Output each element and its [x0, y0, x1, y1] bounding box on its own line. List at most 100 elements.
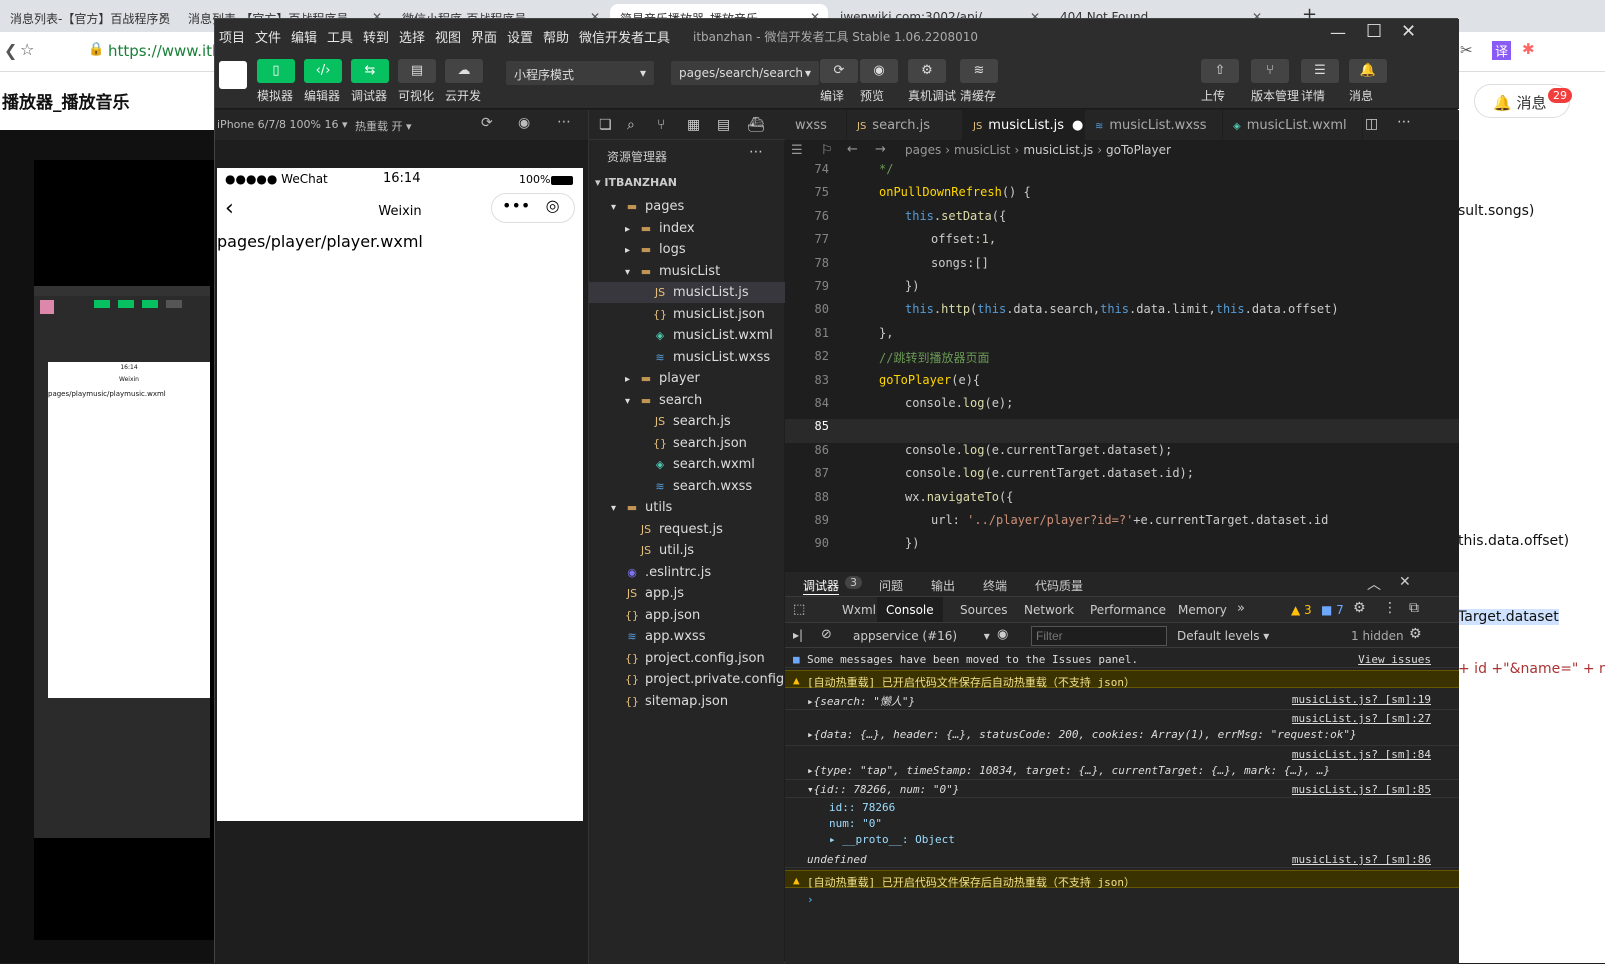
editor-tab[interactable]: ≋ musicList.wxss: [1085, 110, 1223, 140]
tree-file[interactable]: JS search.js: [589, 411, 785, 432]
close-icon[interactable]: ✕: [1401, 21, 1416, 42]
tree-file[interactable]: JS request.js: [589, 519, 785, 540]
panel-tab[interactable]: 问题: [879, 577, 903, 594]
menu-item[interactable]: 编辑: [291, 27, 317, 46]
mode-select[interactable]: 小程序模式 ▾: [506, 61, 654, 85]
extensions-icon[interactable]: ▦: [687, 117, 700, 133]
console-settings-icon[interactable]: ⚙: [1409, 626, 1422, 642]
tree-folder[interactable]: ▸ ▬ index: [589, 218, 785, 239]
context-select[interactable]: appservice (#16) ▾: [853, 629, 990, 643]
capsule-menu[interactable]: ••• ◎: [491, 193, 575, 223]
refresh-icon[interactable]: ⟳: [481, 115, 493, 131]
search-icon[interactable]: ⌕: [627, 117, 635, 133]
inspect-icon[interactable]: ⬚: [793, 602, 805, 617]
console-message[interactable]: ›: [785, 890, 1459, 908]
star-icon[interactable]: ☆: [20, 40, 34, 59]
close-panel-icon[interactable]: ✕: [1399, 574, 1411, 590]
bookmark-icon[interactable]: ⚐: [821, 143, 833, 158]
tree-file[interactable]: {} sitemap.json: [589, 691, 785, 712]
tree-folder[interactable]: ▾ ▬ search: [589, 390, 785, 411]
docker-icon[interactable]: ⛴: [747, 117, 765, 133]
tree-file[interactable]: {} project.private.config.js...: [589, 669, 811, 690]
undock-icon[interactable]: ⧉: [1409, 600, 1419, 616]
menu-item[interactable]: 工具: [327, 27, 353, 46]
levels-select[interactable]: Default levels ▾: [1177, 629, 1269, 643]
console-source-link[interactable]: musicList.js? [sm]:27: [1292, 712, 1431, 725]
vertical-dots-icon[interactable]: ⋮: [1383, 600, 1397, 616]
editor-tab[interactable]: JS musicList.js ●: [963, 110, 1085, 140]
toolbar-visual-button[interactable]: ▤: [398, 59, 436, 83]
tree-folder[interactable]: ▸ ▬ logs: [589, 239, 785, 260]
tree-file[interactable]: ≋ search.wxss: [589, 476, 785, 497]
toolbar-action-button[interactable]: ⚙: [908, 59, 946, 83]
console-message[interactable]: ■ Some messages have been moved to the Is…: [785, 650, 1459, 668]
panel-tab[interactable]: 代码质量: [1035, 577, 1083, 594]
menu-item[interactable]: 转到: [363, 27, 389, 46]
devtools-tab[interactable]: Performance: [1081, 597, 1175, 623]
editor-more-icon[interactable]: ⋯: [1397, 114, 1411, 130]
menu-item[interactable]: 帮助: [543, 27, 569, 46]
tree-file[interactable]: JS util.js: [589, 540, 785, 561]
editor-tab[interactable]: wxss: [785, 110, 847, 140]
scissors-icon[interactable]: ✂: [1460, 41, 1473, 59]
toolbar-right-button[interactable]: ⑂: [1251, 59, 1289, 83]
toolbar-action-button[interactable]: ≋: [960, 59, 998, 83]
console-message[interactable]: ▲ [自动热重载] 已开启代码文件保存后自动热重载（不支持 json）: [785, 870, 1459, 889]
project-root[interactable]: ▾ ITBANZHAN: [595, 176, 677, 189]
minimize-icon[interactable]: —: [1330, 23, 1346, 42]
panel-tab[interactable]: 调试器: [803, 577, 840, 595]
tree-file[interactable]: ≋ app.wxss: [589, 626, 785, 647]
tree-file[interactable]: {} app.json: [589, 605, 785, 626]
menu-item[interactable]: 视图: [435, 27, 461, 46]
breadcrumb-item[interactable]: pages: [905, 143, 941, 157]
settings-icon[interactable]: ⚙: [1353, 600, 1366, 616]
sidebar-toggle-icon[interactable]: ▸|: [793, 628, 803, 642]
panel-icon[interactable]: ▤: [717, 117, 730, 133]
toolbar-cloud-button[interactable]: ☁: [445, 59, 483, 83]
translate-icon[interactable]: 译: [1492, 41, 1512, 60]
tree-file[interactable]: JS musicList.js: [589, 282, 785, 303]
console-source-link[interactable]: musicList.js? [sm]:85: [1292, 783, 1431, 796]
maximize-icon[interactable]: ☐: [1366, 21, 1382, 42]
console-source-link[interactable]: musicList.js? [sm]:86: [1292, 853, 1431, 866]
avatar[interactable]: [219, 61, 247, 89]
tree-folder[interactable]: ▾ ▬ utils: [589, 497, 785, 518]
console-message[interactable]: ▸{search: "懒人"} musicList.js? [sm]:19: [785, 690, 1459, 710]
tree-folder[interactable]: ▸ ▬ player: [589, 368, 785, 389]
editor-tab[interactable]: JS search.js: [847, 110, 963, 140]
panel-tab[interactable]: 终端: [983, 577, 1007, 594]
collapse-icon[interactable]: ︿: [1367, 574, 1381, 594]
devtools-tab[interactable]: Memory: [1169, 597, 1236, 623]
address-bar[interactable]: https://www.itb: [108, 42, 222, 60]
tree-file[interactable]: {} search.json: [589, 433, 785, 454]
devtools-tab[interactable]: Network: [1015, 597, 1083, 623]
menu-item[interactable]: 选择: [399, 27, 425, 46]
menu-item[interactable]: 项目: [219, 27, 245, 46]
list-icon[interactable]: ☰: [791, 143, 803, 158]
toolbar-simulator-button[interactable]: ▯: [257, 59, 295, 83]
menu-item[interactable]: 微信开发者工具: [579, 27, 670, 46]
toolbar-right-button[interactable]: ☰: [1301, 59, 1339, 83]
tree-file[interactable]: {} musicList.json: [589, 304, 785, 325]
console-source-link[interactable]: musicList.js? [sm]:19: [1292, 693, 1431, 706]
devtools-tab[interactable]: Console: [877, 597, 943, 623]
more-tabs-icon[interactable]: »: [1237, 601, 1245, 616]
breadcrumb-item[interactable]: musicList.js: [1023, 143, 1093, 157]
toolbar-action-button[interactable]: ⟳: [820, 59, 858, 83]
filter-input[interactable]: [1031, 626, 1167, 646]
console-message[interactable]: ▾{id:: 78266, num: "0"} musicList.js? [sm…: [785, 780, 1459, 798]
console-message[interactable]: undefined musicList.js? [sm]:86: [785, 850, 1459, 868]
hot-reload-toggle[interactable]: 热重载 开 ▾: [355, 118, 412, 134]
tab-close-icon[interactable]: ✕: [158, 10, 168, 24]
extension-icon[interactable]: ✱: [1522, 40, 1535, 58]
files-icon[interactable]: ❏: [599, 117, 612, 133]
tree-folder[interactable]: ▾ ▬ pages: [589, 196, 785, 217]
console-message[interactable]: ▲ [自动热重载] 已开启代码文件保存后自动热重载（不支持 json）: [785, 670, 1459, 689]
editor-tab[interactable]: ◈ musicList.wxml: [1223, 110, 1363, 140]
device-select[interactable]: iPhone 6/7/8 100% 16 ▾: [217, 118, 348, 131]
tree-file[interactable]: ◈ search.wxml: [589, 454, 785, 475]
panel-tab[interactable]: 输出: [931, 577, 955, 594]
devtools-tab[interactable]: Sources: [951, 597, 1016, 623]
console-source-link[interactable]: musicList.js? [sm]:84: [1292, 748, 1431, 761]
toolbar-right-button[interactable]: ⇧: [1201, 59, 1239, 83]
